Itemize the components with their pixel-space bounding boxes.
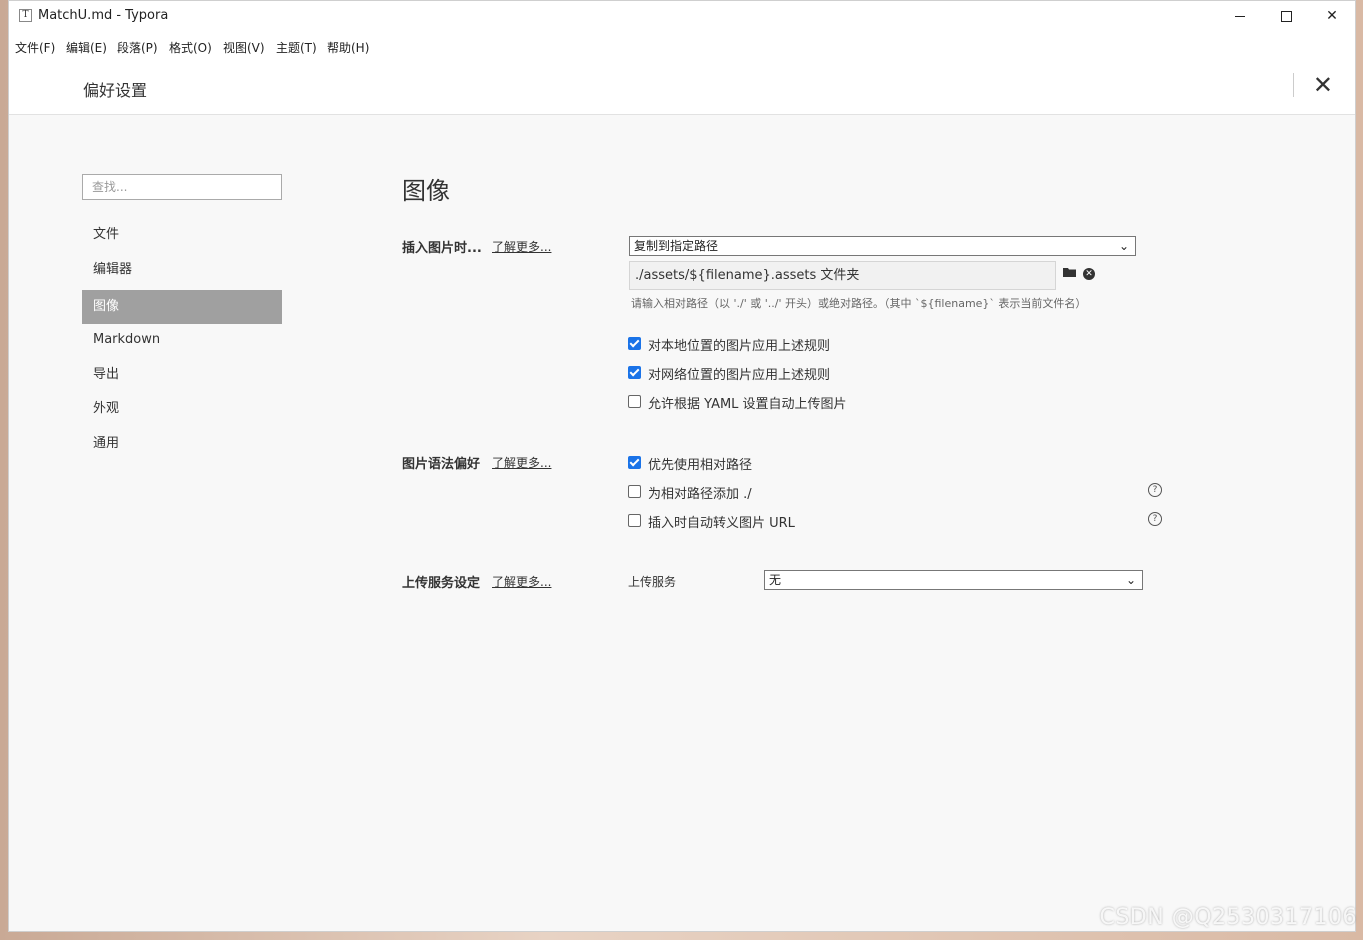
menu-paragraph[interactable]: 段落(P) bbox=[117, 39, 158, 56]
menu-view[interactable]: 视图(V) bbox=[223, 39, 265, 56]
checkbox-apply-local-label: 对本地位置的图片应用上述规则 bbox=[648, 339, 831, 354]
syntax-learn-more-link[interactable]: 了解更多... bbox=[492, 454, 551, 471]
sidebar-item-file[interactable]: 文件 bbox=[82, 218, 282, 252]
sidebar-item-markdown[interactable]: Markdown bbox=[82, 323, 282, 357]
syntax-preference-label: 图片语法偏好 bbox=[402, 457, 481, 472]
sidebar-item-appearance[interactable]: 外观 bbox=[82, 392, 282, 426]
upload-service-select[interactable]: 无 ⌄ bbox=[764, 570, 1143, 590]
header-divider bbox=[1293, 73, 1294, 97]
preferences-close-button[interactable]: ✕ bbox=[1313, 71, 1333, 99]
checkbox-apply-local[interactable] bbox=[628, 337, 641, 350]
typora-window: T MatchU.md - Typora ✕ 文件(F) 编辑(E) 段落(P)… bbox=[8, 0, 1356, 932]
close-icon: ✕ bbox=[1312, 71, 1333, 99]
menu-bar: 文件(F) 编辑(E) 段落(P) 格式(O) 视图(V) 主题(T) 帮助(H… bbox=[9, 31, 1355, 59]
chevron-down-icon: ⌄ bbox=[1125, 573, 1136, 587]
window-close-button[interactable]: ✕ bbox=[1309, 1, 1355, 31]
upload-service-label: 上传服务 bbox=[628, 575, 677, 589]
upload-learn-more-link[interactable]: 了解更多... bbox=[492, 573, 551, 590]
clear-icon[interactable]: ✕ bbox=[1083, 268, 1095, 280]
typora-app-icon: T bbox=[19, 9, 32, 22]
folder-icon[interactable] bbox=[1063, 267, 1077, 278]
sidebar-item-general[interactable]: 通用 bbox=[82, 427, 282, 461]
minimize-button[interactable] bbox=[1217, 1, 1263, 31]
window-title: MatchU.md - Typora bbox=[38, 8, 169, 23]
checkbox-apply-network-label: 对网络位置的图片应用上述规则 bbox=[648, 368, 831, 383]
menu-format[interactable]: 格式(O) bbox=[169, 39, 212, 56]
checkbox-escape-url[interactable] bbox=[628, 514, 641, 527]
path-hint: 请输入相对路径（以 './' 或 '../' 开头）或绝对路径。（其中 `${f… bbox=[631, 297, 1087, 310]
help-icon[interactable]: ? bbox=[1148, 512, 1162, 526]
maximize-icon bbox=[1280, 10, 1292, 22]
csdn-watermark: CSDN @Q2530317106 bbox=[1099, 905, 1357, 930]
upload-settings-label: 上传服务设定 bbox=[402, 576, 481, 591]
menu-theme[interactable]: 主题(T) bbox=[276, 39, 317, 56]
preferences-search-input[interactable] bbox=[82, 174, 282, 200]
checkbox-add-dot-slash-label: 为相对路径添加 ./ bbox=[648, 487, 752, 502]
insert-action-value: 复制到指定路径 bbox=[634, 239, 719, 253]
checkbox-escape-url-label: 插入时自动转义图片 URL bbox=[648, 516, 795, 531]
insert-action-select[interactable]: 复制到指定路径 ⌄ bbox=[629, 236, 1136, 256]
menu-edit[interactable]: 编辑(E) bbox=[66, 39, 107, 56]
checkbox-yaml-upload-label: 允许根据 YAML 设置自动上传图片 bbox=[648, 397, 847, 412]
section-title: 图像 bbox=[402, 177, 450, 205]
checkbox-prefer-relative-label: 优先使用相对路径 bbox=[648, 458, 753, 473]
help-icon[interactable]: ? bbox=[1148, 483, 1162, 497]
sidebar-item-editor[interactable]: 编辑器 bbox=[82, 253, 282, 287]
insert-image-label: 插入图片时... bbox=[402, 241, 482, 256]
title-bar: T MatchU.md - Typora ✕ bbox=[9, 1, 1355, 31]
insert-learn-more-link[interactable]: 了解更多... bbox=[492, 238, 551, 255]
checkbox-prefer-relative[interactable] bbox=[628, 456, 641, 469]
menu-file[interactable]: 文件(F) bbox=[15, 39, 55, 56]
image-path-input[interactable]: ./assets/${filename}.assets 文件夹 bbox=[629, 261, 1056, 290]
sidebar-item-image[interactable]: 图像 bbox=[82, 290, 282, 324]
maximize-button[interactable] bbox=[1263, 1, 1309, 31]
preferences-title: 偏好设置 bbox=[83, 81, 148, 100]
menu-help[interactable]: 帮助(H) bbox=[327, 39, 369, 56]
preferences-header: 偏好设置 ✕ bbox=[9, 59, 1355, 115]
minimize-icon bbox=[1235, 15, 1245, 17]
checkbox-add-dot-slash[interactable] bbox=[628, 485, 641, 498]
sidebar-item-export[interactable]: 导出 bbox=[82, 358, 282, 392]
chevron-down-icon: ⌄ bbox=[1118, 239, 1129, 253]
upload-service-value: 无 bbox=[769, 573, 782, 587]
checkbox-yaml-upload[interactable] bbox=[628, 395, 641, 408]
close-icon: ✕ bbox=[1326, 8, 1338, 24]
checkbox-apply-network[interactable] bbox=[628, 366, 641, 379]
